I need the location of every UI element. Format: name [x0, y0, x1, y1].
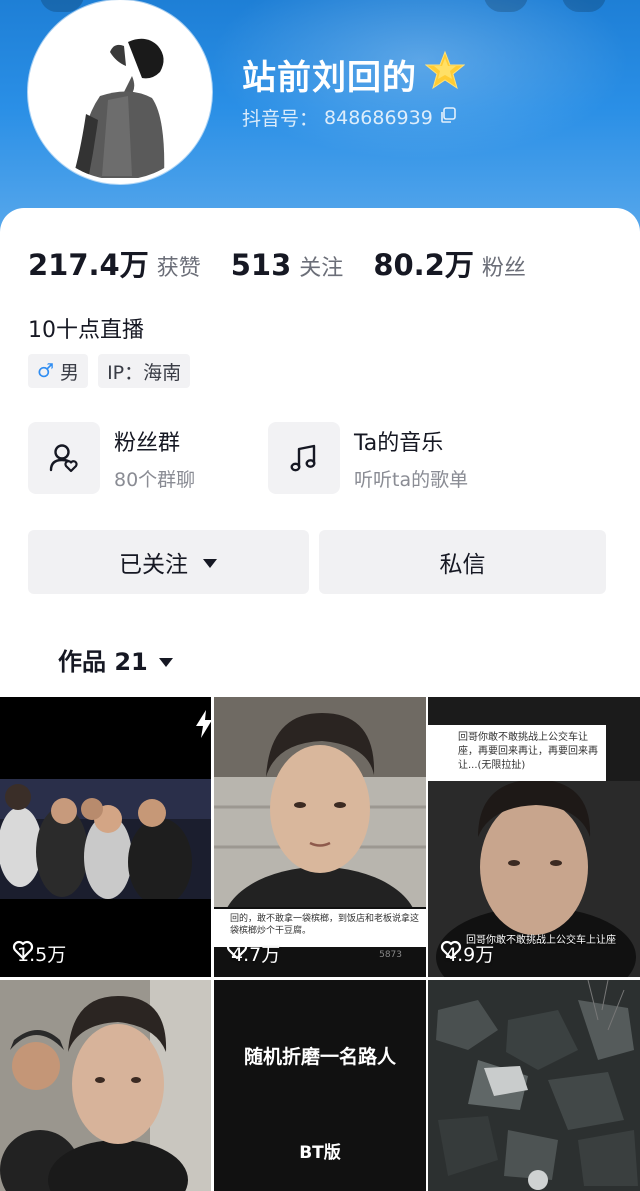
fan-group-icon: [28, 422, 100, 494]
like-count: 1.5万: [12, 940, 66, 967]
profile-header: 站前刘回的 抖音号： 848686939: [0, 0, 640, 240]
gender-tag: ♂ 男: [28, 354, 89, 388]
stat-label: 获赞: [156, 256, 201, 281]
stat-label: 粉丝: [481, 256, 526, 281]
video-thumbnail: [0, 980, 211, 1191]
nickname-text: 站前刘回的: [242, 58, 417, 98]
copy-icon[interactable]: [439, 106, 457, 129]
followed-label: 已关注: [119, 552, 188, 578]
bio-text: 10十点直播: [28, 318, 144, 343]
caption-count: 5873: [379, 950, 402, 960]
video-tile[interactable]: 1.5万: [0, 697, 211, 977]
stat-value: 513: [230, 248, 292, 282]
video-tile[interactable]: 随机折磨一名路人 BT版: [214, 980, 426, 1191]
stat-likes[interactable]: 217.4万 获赞: [28, 242, 201, 284]
stat-value: 80.2万: [373, 248, 474, 282]
douyin-id-label: 抖音号：: [242, 108, 319, 130]
stat-value: 217.4万: [28, 248, 149, 282]
entry-subtitle: 80个群聊: [114, 468, 196, 491]
stat-following[interactable]: 513 关注: [231, 248, 344, 282]
tab-works[interactable]: 作品 21: [58, 642, 174, 677]
video-tile[interactable]: [0, 980, 211, 1191]
stat-label: 关注: [299, 256, 344, 281]
feature-entries: 粉丝群 80个群聊 Ta的音乐 听听ta的歌单: [28, 422, 508, 494]
ip-tag: IP：海南: [98, 354, 191, 388]
stat-followers[interactable]: 80.2万 粉丝: [373, 242, 526, 284]
profile-card: 217.4万 获赞 513 关注 80.2万 粉丝 10十点直播 ♂ 男 IP：…: [0, 208, 640, 698]
video-title: 随机折磨一名路人: [243, 1046, 396, 1068]
nickname: 站前刘回的: [242, 50, 466, 99]
video-thumbnail: [428, 980, 640, 1191]
douyin-id-value: 848686939: [324, 106, 433, 129]
avatar-image: [32, 4, 208, 180]
music-entry[interactable]: Ta的音乐 听听ta的歌单: [268, 422, 508, 494]
star-emoji-icon: [424, 50, 466, 99]
video-tile[interactable]: 回哥你敢不敢挑战上公交车让座，再要回来再让，再要回来再让...(无限拉扯) 回哥…: [428, 697, 640, 977]
fan-group-entry[interactable]: 粉丝群 80个群聊: [28, 422, 268, 494]
male-icon: ♂: [37, 360, 55, 382]
ip-text: IP：海南: [107, 361, 182, 384]
caption-box: 回哥你敢不敢挑战上公交车让座，再要回来再让，再要回来再让...(无限拉扯): [428, 725, 606, 781]
action-buttons: 已关注 私信: [28, 530, 606, 594]
video-thumbnail: [0, 697, 211, 977]
followed-button[interactable]: 已关注: [28, 530, 309, 594]
video-grid: 1.5万 回的，敢不敢拿一袋槟榔，到饭店和老板说拿这袋槟榔炒个干豆腐。 5873: [0, 697, 640, 1191]
tags-row: ♂ 男 IP：海南: [28, 354, 191, 388]
entry-title: 粉丝群: [114, 430, 181, 456]
caption-text: 回的，敢不敢拿一袋槟榔，到饭店和老板说拿这袋槟榔炒个干豆腐。: [230, 914, 420, 936]
video-tile[interactable]: 回的，敢不敢拿一袋槟榔，到饭店和老板说拿这袋槟榔炒个干豆腐。 5873 4.7万: [214, 697, 426, 977]
like-count: 4.7万: [226, 940, 280, 967]
avatar[interactable]: [28, 0, 212, 184]
video-subtitle: BT版: [299, 1143, 341, 1163]
works-tab-label: 作品 21: [58, 648, 148, 676]
caret-down-icon: [202, 549, 218, 575]
music-note-icon: [268, 422, 340, 494]
caption-text: 回哥你敢不敢挑战上公交车让座，再要回来再让，再要回来再让...(无限拉扯): [458, 732, 598, 771]
douyin-id: 抖音号： 848686939: [242, 104, 457, 131]
entry-subtitle: 听听ta的歌单: [354, 468, 469, 491]
message-label: 私信: [439, 552, 486, 578]
message-button[interactable]: 私信: [319, 530, 606, 594]
entry-title: Ta的音乐: [354, 430, 444, 456]
stats-row: 217.4万 获赞 513 关注 80.2万 粉丝: [28, 242, 556, 284]
video-tile[interactable]: [428, 980, 640, 1191]
gender-text: 男: [60, 361, 80, 384]
caret-down-icon: [158, 646, 174, 674]
like-count: 4.9万: [440, 940, 494, 967]
